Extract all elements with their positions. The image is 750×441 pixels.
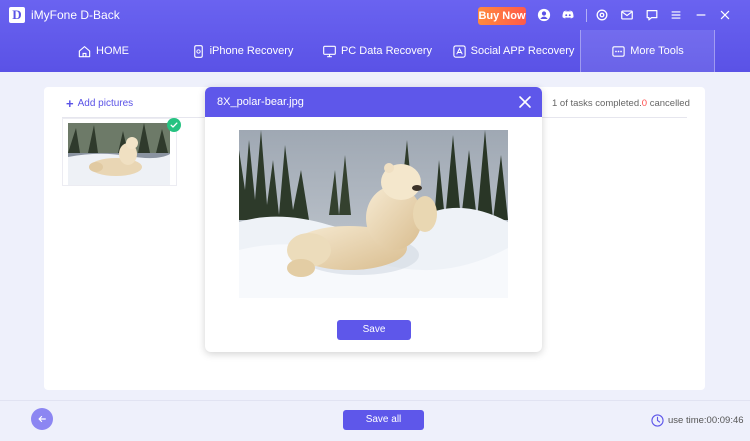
nav-item-social-app-recovery[interactable]: Social APP Recovery xyxy=(448,30,578,72)
save-all-button[interactable]: Save all xyxy=(343,410,424,430)
nav-label-pc-data-recovery: PC Data Recovery xyxy=(340,45,433,57)
nav-label-more-tools: More Tools xyxy=(630,45,684,57)
preview-dialog: 8X_polar-bear.jpg Save xyxy=(205,87,542,352)
app-title: iMyFone D-Back xyxy=(31,8,120,22)
discord-icon[interactable] xyxy=(560,7,576,23)
buy-now-button[interactable]: Buy Now xyxy=(478,7,526,25)
use-time: use time:00:09:46 xyxy=(651,414,744,427)
add-pictures-button[interactable]: + Add pictures xyxy=(66,95,134,111)
social-app-icon xyxy=(452,44,466,58)
app-logo: D xyxy=(9,7,25,23)
nav-item-more-tools[interactable]: More Tools xyxy=(580,30,715,72)
iphone-icon xyxy=(193,44,203,58)
clock-icon xyxy=(651,414,664,427)
menu-icon[interactable] xyxy=(668,7,684,23)
cancelled-label: cancelled xyxy=(647,98,690,109)
mail-icon[interactable] xyxy=(619,7,635,23)
dialog-header: 8X_polar-bear.jpg xyxy=(205,87,542,117)
feedback-icon[interactable] xyxy=(644,7,660,23)
nav-item-pc-data-recovery[interactable]: PC Data Recovery xyxy=(316,30,438,72)
preview-image xyxy=(239,130,508,298)
settings-icon[interactable] xyxy=(594,7,610,23)
save-button[interactable]: Save xyxy=(337,320,411,340)
nav-item-iphone-recovery[interactable]: iPhone Recovery xyxy=(182,30,302,72)
add-pictures-label: Add pictures xyxy=(77,98,134,109)
task-status: 1 of tasks completed.0 cancelled xyxy=(552,98,690,109)
more-tools-icon xyxy=(612,45,625,57)
app-header: D iMyFone D-Back Buy Now HOME iPhone Rec… xyxy=(0,0,750,72)
nav-label-iphone-recovery: iPhone Recovery xyxy=(209,45,294,57)
use-time-label: use time: xyxy=(668,415,707,426)
dialog-close-icon[interactable] xyxy=(518,95,532,109)
nav-label-home: HOME xyxy=(96,45,129,57)
dialog-title: 8X_polar-bear.jpg xyxy=(217,96,304,108)
nav-label-social-app-recovery: Social APP Recovery xyxy=(470,45,575,57)
back-button[interactable] xyxy=(31,408,53,430)
titlebar-divider xyxy=(586,9,587,22)
main-nav: HOME iPhone Recovery PC Data Recovery So… xyxy=(0,30,750,72)
title-bar: D iMyFone D-Back Buy Now xyxy=(0,0,750,30)
arrow-left-icon xyxy=(38,415,46,423)
home-icon xyxy=(78,45,91,57)
minimize-icon[interactable] xyxy=(693,7,709,23)
monitor-icon xyxy=(323,45,336,57)
use-time-value: 00:09:46 xyxy=(706,415,744,426)
completed-check-icon xyxy=(167,118,181,132)
task-status-text: 1 of tasks completed. xyxy=(552,98,642,109)
account-icon[interactable] xyxy=(536,7,552,23)
polar-bear-thumbnail xyxy=(68,123,170,185)
nav-item-home[interactable]: HOME xyxy=(62,30,144,72)
plus-icon: + xyxy=(66,95,74,111)
close-icon[interactable] xyxy=(717,7,733,23)
picture-thumbnail-card[interactable] xyxy=(62,118,177,186)
